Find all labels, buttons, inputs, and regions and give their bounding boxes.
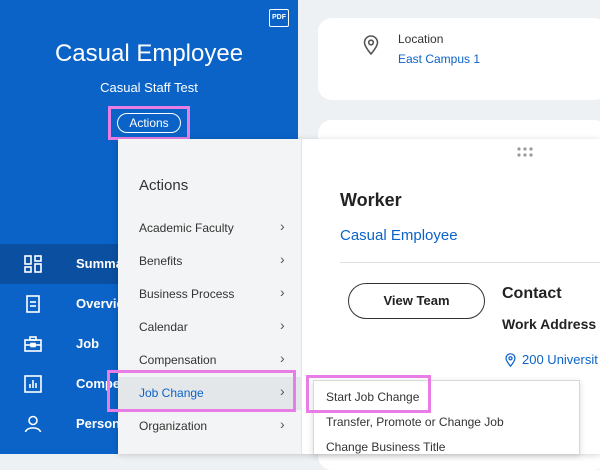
location-value-link[interactable]: East Campus 1 bbox=[398, 52, 480, 66]
nav-item-label: Job bbox=[76, 336, 100, 351]
actions-button-highlight bbox=[108, 106, 190, 140]
pdf-icon[interactable]: PDF bbox=[269, 9, 289, 27]
view-team-button[interactable]: View Team bbox=[348, 283, 485, 319]
menu-item-organization[interactable]: Organization › bbox=[118, 410, 302, 443]
divider bbox=[340, 262, 600, 263]
submenu-item-change-business-title[interactable]: Change Business Title bbox=[326, 440, 445, 454]
menu-item-benefits[interactable]: Benefits › bbox=[118, 245, 302, 278]
menu-item-label: Academic Faculty bbox=[139, 221, 234, 235]
chevron-right-icon: › bbox=[280, 218, 285, 234]
job-change-highlight bbox=[107, 370, 296, 412]
nav-item-label: Summa bbox=[76, 256, 123, 271]
address-link[interactable]: 200 Universit bbox=[522, 352, 598, 367]
briefcase-icon bbox=[24, 336, 42, 352]
start-job-change-highlight bbox=[306, 375, 431, 413]
submenu-item-transfer-promote[interactable]: Transfer, Promote or Change Job bbox=[326, 415, 504, 429]
location-pin-icon bbox=[363, 35, 379, 55]
worker-section-title: Worker bbox=[340, 190, 402, 210]
location-pin-icon bbox=[505, 353, 516, 367]
chevron-right-icon: › bbox=[280, 416, 285, 432]
nav-item-label: Person bbox=[76, 416, 121, 431]
menu-item-label: Benefits bbox=[139, 254, 183, 268]
worker-subtitle: Casual Staff Test bbox=[100, 80, 198, 95]
work-address-label: Work Address bbox=[502, 316, 597, 332]
document-icon bbox=[26, 295, 40, 313]
actions-menu-title: Actions bbox=[139, 177, 189, 194]
nav-item-label: Overvie bbox=[76, 296, 124, 311]
menu-item-label: Calendar bbox=[139, 320, 188, 334]
grid-icon bbox=[24, 255, 42, 273]
chevron-right-icon: › bbox=[280, 350, 285, 366]
menu-item-academic-faculty[interactable]: Academic Faculty › bbox=[118, 212, 302, 245]
menu-item-calendar[interactable]: Calendar › bbox=[118, 311, 302, 344]
chevron-right-icon: › bbox=[280, 284, 285, 300]
menu-item-label: Business Process bbox=[139, 287, 235, 301]
location-card: Location East Campus 1 bbox=[318, 18, 600, 100]
worker-name-title: Casual Employee bbox=[54, 40, 244, 67]
chevron-right-icon: › bbox=[280, 251, 285, 267]
person-icon bbox=[24, 415, 42, 433]
location-label: Location bbox=[398, 32, 444, 46]
contact-section-title: Contact bbox=[502, 285, 562, 302]
chevron-right-icon: › bbox=[280, 317, 285, 333]
worker-name-link[interactable]: Casual Employee bbox=[340, 227, 458, 244]
drag-handle-icon[interactable] bbox=[515, 146, 535, 158]
menu-item-label: Organization bbox=[139, 419, 208, 433]
menu-item-business-process[interactable]: Business Process › bbox=[118, 278, 302, 311]
menu-item-label: Compensation bbox=[139, 353, 217, 367]
bar-chart-icon bbox=[24, 375, 42, 393]
